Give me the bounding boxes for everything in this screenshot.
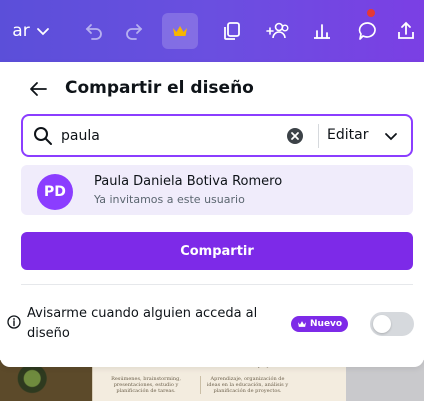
menu-button[interactable]: ar — [6, 0, 56, 62]
share-button-toolbar[interactable] — [388, 0, 424, 62]
people-search-input[interactable] — [61, 124, 271, 148]
share-button[interactable]: Compartir — [21, 232, 413, 270]
insights-button[interactable] — [302, 0, 342, 62]
avatar: PD — [37, 174, 73, 210]
chart-icon — [314, 24, 330, 39]
design-text-column-1: Resúmenes, brainstorming, presentaciones… — [111, 376, 181, 394]
notify-toggle[interactable] — [370, 312, 414, 336]
premium-button[interactable] — [162, 13, 198, 49]
back-button[interactable] — [28, 78, 50, 100]
crown-icon — [298, 321, 306, 327]
info-icon[interactable] — [7, 314, 21, 329]
duplicate-icon — [224, 22, 240, 40]
panel-title: Compartir el diseño — [65, 78, 254, 98]
suggestion-name: Paula Daniela Botiva Romero — [94, 174, 283, 189]
redo-icon — [126, 24, 143, 40]
section-divider — [21, 284, 413, 285]
user-suggestion[interactable] — [21, 165, 413, 215]
duplicate-button[interactable] — [212, 0, 252, 62]
toggle-knob — [373, 315, 391, 333]
redo-button[interactable] — [114, 0, 154, 62]
add-people-button[interactable] — [256, 0, 300, 62]
new-badge-label: Nuevo — [310, 319, 343, 329]
menu-label: ar — [12, 21, 30, 41]
search-divider — [318, 124, 319, 148]
design-text-column-2: Aprendizaje, organización de ideas en la… — [200, 376, 290, 394]
clear-search-button[interactable] — [286, 127, 304, 145]
chevron-down-icon — [36, 28, 49, 36]
close-circle-icon — [287, 128, 303, 144]
undo-icon — [85, 24, 102, 40]
comment-button[interactable] — [348, 0, 388, 62]
add-people-icon — [266, 22, 289, 39]
undo-button[interactable] — [74, 0, 114, 62]
search-icon — [33, 126, 53, 146]
suggestion-status: Ya invitamos a este usuario — [94, 193, 245, 206]
chevron-down-icon[interactable] — [383, 128, 399, 144]
new-badge: Nuevo — [291, 316, 349, 332]
notify-label: Avisarme cuando alguien acceda al diseño — [27, 306, 258, 341]
permission-dropdown[interactable]: Editar — [327, 127, 368, 143]
upload-icon — [398, 21, 414, 39]
comment-icon — [358, 22, 376, 40]
arrow-left-icon — [30, 82, 47, 96]
crown-icon — [173, 26, 187, 36]
